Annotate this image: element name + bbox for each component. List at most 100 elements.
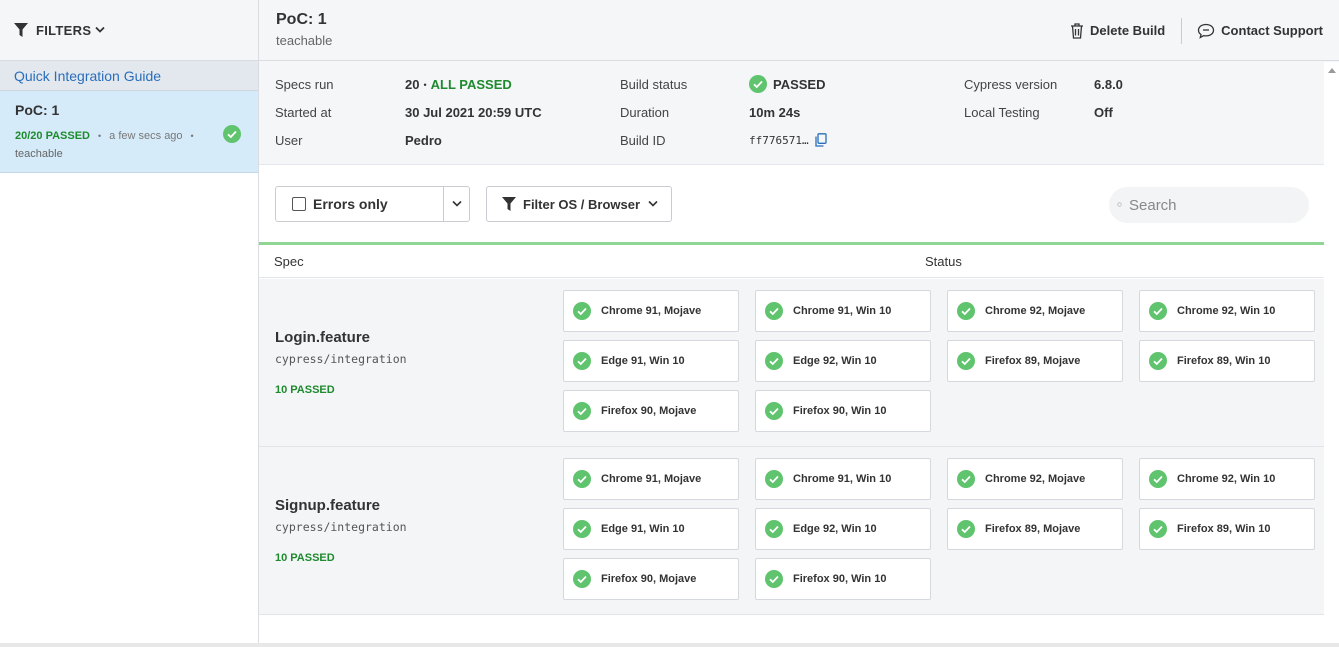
result-tile[interactable]: Chrome 92, Win 10 [1139,458,1315,500]
delete-build-label: Delete Build [1090,23,1166,38]
passed-check-icon [765,570,783,588]
passed-check-icon [223,125,241,143]
errors-only-dropdown[interactable] [443,187,469,221]
result-label: Edge 91, Win 10 [601,355,685,367]
passed-check-icon [1149,520,1167,538]
run-list-item[interactable]: PoC: 1 20/20 PASSED • a few secs ago • t… [0,91,258,173]
passed-check-icon [765,352,783,370]
result-tile[interactable]: Chrome 91, Win 10 [755,458,931,500]
delete-build-button[interactable]: Delete Build [1070,22,1166,39]
result-label: Firefox 90, Win 10 [793,573,887,585]
result-label: Firefox 89, Win 10 [1177,523,1271,535]
result-label: Chrome 92, Win 10 [1177,305,1276,317]
specs-run-status: ALL PASSED [430,77,512,92]
passed-check-icon [1149,470,1167,488]
search-box[interactable] [1109,187,1309,223]
contact-support-button[interactable]: Contact Support [1197,23,1323,39]
result-tile[interactable]: Firefox 90, Mojave [563,390,739,432]
result-label: Chrome 91, Mojave [601,473,702,485]
spec-path: cypress/integration [275,520,407,534]
started-at-label: Started at [275,105,332,120]
spec-name[interactable]: Signup.feature [275,497,380,514]
result-tile[interactable]: Firefox 89, Mojave [947,508,1123,550]
result-tile[interactable]: Chrome 92, Win 10 [1139,290,1315,332]
result-tile[interactable]: Firefox 90, Win 10 [755,390,931,432]
spec-row[interactable]: Login.feature cypress/integration 10 PAS… [259,279,1324,447]
passed-check-icon [749,75,767,93]
passed-check-icon [957,520,975,538]
cypress-version-value: 6.8.0 [1094,77,1123,92]
build-id-value: ff776571… [749,133,827,147]
errors-only-checkbox[interactable] [292,197,306,211]
passed-check-icon [765,470,783,488]
duration-label: Duration [620,105,670,120]
result-tile[interactable]: Edge 92, Win 10 [755,508,931,550]
result-tile[interactable]: Chrome 92, Mojave [947,290,1123,332]
filter-os-browser-label: Filter OS / Browser [523,196,641,212]
search-input[interactable] [1129,196,1289,214]
main-panel: PoC: 1 teachable Delete Build Contact Su… [259,0,1339,647]
result-tile[interactable]: Edge 91, Win 10 [563,508,739,550]
trash-icon [1071,22,1084,39]
spec-path: cypress/integration [275,352,407,366]
local-testing-value: Off [1094,105,1113,120]
separator-dot: • [423,79,427,90]
result-tile[interactable]: Firefox 89, Win 10 [1139,508,1315,550]
passed-check-icon [573,470,591,488]
scroll-up-arrow-icon[interactable] [1328,68,1336,73]
build-id-text: ff776571… [749,133,809,147]
quick-integration-guide-link[interactable]: Quick Integration Guide [0,61,258,91]
run-time: a few secs ago [109,130,183,142]
result-tile[interactable]: Firefox 89, Mojave [947,340,1123,382]
result-label: Firefox 89, Mojave [985,523,1081,535]
filters-toggle[interactable]: FILTERS [0,0,258,61]
build-info-panel: Specs run 20 • ALL PASSED Started at 30 … [259,61,1339,165]
copy-icon[interactable] [814,133,827,147]
filter-icon [14,23,28,37]
user-label: User [275,133,303,148]
result-tile[interactable]: Chrome 91, Mojave [563,458,739,500]
separator-dot: • [98,131,102,141]
result-label: Chrome 91, Mojave [601,305,702,317]
passed-check-icon [957,352,975,370]
result-label: Firefox 90, Win 10 [793,405,887,417]
passed-check-icon [573,352,591,370]
passed-check-icon [1149,352,1167,370]
result-tile[interactable]: Chrome 91, Mojave [563,290,739,332]
specs-run-count: 20 [405,77,420,92]
passed-check-icon [573,520,591,538]
passed-check-icon [1149,302,1167,320]
spec-row[interactable]: Signup.feature cypress/integration 10 PA… [259,447,1324,615]
result-label: Firefox 89, Win 10 [1177,355,1271,367]
result-label: Firefox 89, Mojave [985,355,1081,367]
result-tile[interactable]: Edge 92, Win 10 [755,340,931,382]
table-header: Spec Status [259,245,1324,278]
window-bottom-edge [0,643,1339,647]
result-label: Chrome 92, Mojave [985,305,1086,317]
build-status-label: Build status [620,77,688,92]
started-at-value: 30 Jul 2021 20:59 UTC [405,105,542,120]
result-tile[interactable]: Edge 91, Win 10 [563,340,739,382]
result-tile[interactable]: Firefox 89, Win 10 [1139,340,1315,382]
spec-name[interactable]: Login.feature [275,329,370,346]
result-tile[interactable]: Chrome 91, Win 10 [755,290,931,332]
cypress-version-label: Cypress version [964,77,1058,92]
build-status-text: PASSED [773,76,826,92]
result-tile[interactable]: Chrome 92, Mojave [947,458,1123,500]
filter-os-browser-button[interactable]: Filter OS / Browser [486,186,672,222]
spec-passed-count: 10 PASSED [275,552,335,564]
result-tile[interactable]: Firefox 90, Win 10 [755,558,931,600]
chevron-down-icon [95,26,105,33]
search-icon [1117,202,1122,207]
spec-passed-count: 10 PASSED [275,384,335,396]
passed-check-icon [573,302,591,320]
scrollbar[interactable] [1324,62,1339,647]
passed-check-icon [765,402,783,420]
specs-run-label: Specs run [275,77,334,92]
chevron-down-icon [648,200,658,207]
run-passed-count: 20/20 PASSED [15,130,91,142]
result-tile[interactable]: Firefox 90, Mojave [563,558,739,600]
result-label: Firefox 90, Mojave [601,405,697,417]
errors-only-select[interactable]: Errors only [275,186,470,222]
passed-check-icon [573,402,591,420]
